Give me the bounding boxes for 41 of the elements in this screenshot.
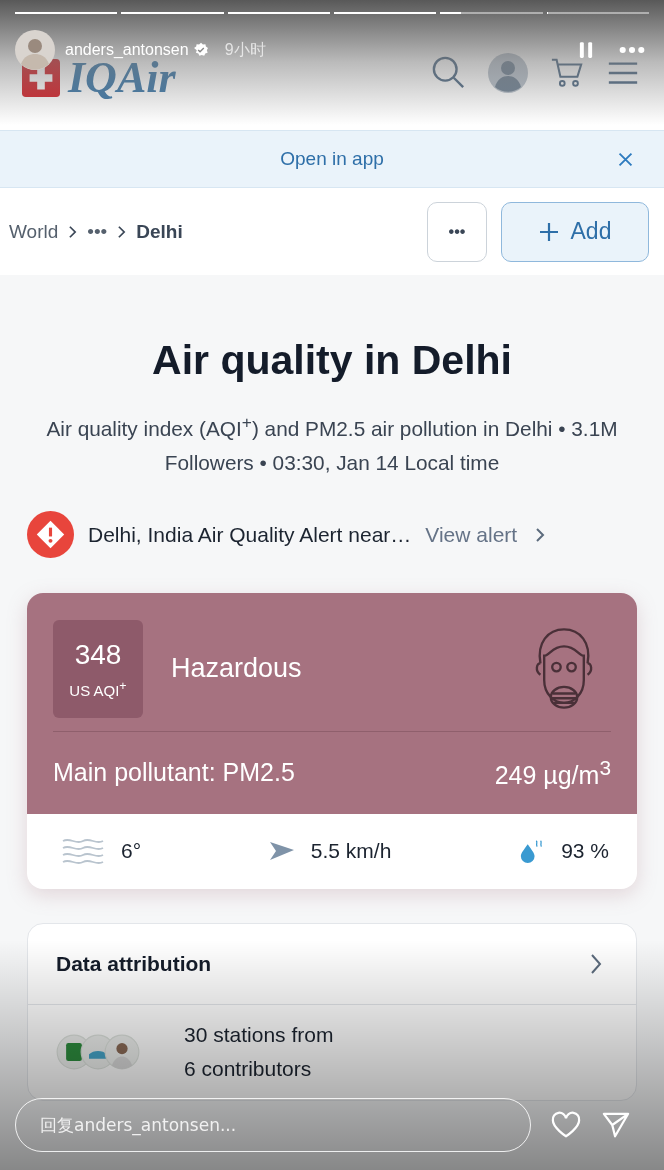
logo-text[interactable]: IQAir [68, 56, 176, 100]
pollutant-concentration: 249 µg/m$^{3}$ [494, 755, 611, 791]
main-pollutant: Main pollutant: PM2.5 [53, 758, 295, 788]
chevron-right-icon[interactable] [535, 526, 546, 543]
more-button[interactable]: ••• [427, 201, 487, 262]
breadcrumb-link[interactable]: Delhi [136, 220, 183, 243]
reply-field[interactable]: 回复anders_antonsen... [15, 1098, 531, 1152]
user-avatar-icon[interactable] [488, 53, 528, 93]
open-in-app-link[interactable]: Open in app [280, 148, 384, 170]
view-alert-link[interactable]: View alert [425, 522, 518, 547]
weather-value: 5.5 km/h [310, 839, 392, 864]
stations-summary: 30 stations from 6 contributors [184, 1022, 334, 1083]
alert-text: Delhi, India Air Quality Alert near… [88, 522, 412, 547]
aqi-value: 348 [74, 638, 122, 671]
chevron-right-icon [117, 224, 127, 239]
page-title: Air quality in Delhi [151, 336, 513, 385]
haze-icon [61, 836, 105, 867]
username[interactable]: anders_antonsen [65, 41, 189, 59]
pause-icon[interactable] [579, 41, 593, 59]
weather-value: 93 % [561, 839, 609, 864]
chevron-right-icon[interactable] [590, 952, 602, 975]
aqi-unit: US AQI$^{+}$ [69, 678, 127, 699]
add-button[interactable]: Add [501, 201, 649, 262]
breadcrumb-link[interactable]: World [9, 220, 59, 243]
attribution-title: Data attribution [56, 951, 212, 976]
heart-icon[interactable] [551, 1111, 581, 1139]
alert-icon [27, 511, 74, 559]
chevron-right-icon [68, 224, 78, 239]
close-icon[interactable] [617, 151, 634, 168]
weather-value: 6° [121, 839, 142, 864]
search-icon[interactable] [432, 56, 466, 90]
plus-icon [538, 221, 559, 242]
aqi-status: Hazardous [171, 653, 302, 685]
story-time: 9小时 [224, 39, 266, 60]
contributor-avatar [104, 1034, 140, 1071]
profile-avatar[interactable] [15, 30, 55, 70]
page-subtitle: Air quality index (AQI$^{+}$) and PM2.5 air pollution in Delhi • 3.1M Followers • 03:30, Jan 14 Local time [45, 411, 619, 476]
cart-icon[interactable] [550, 56, 584, 90]
more-options-icon[interactable] [619, 46, 645, 54]
breadcrumb-link[interactable]: ••• [87, 220, 108, 243]
send-icon[interactable] [601, 1111, 631, 1139]
